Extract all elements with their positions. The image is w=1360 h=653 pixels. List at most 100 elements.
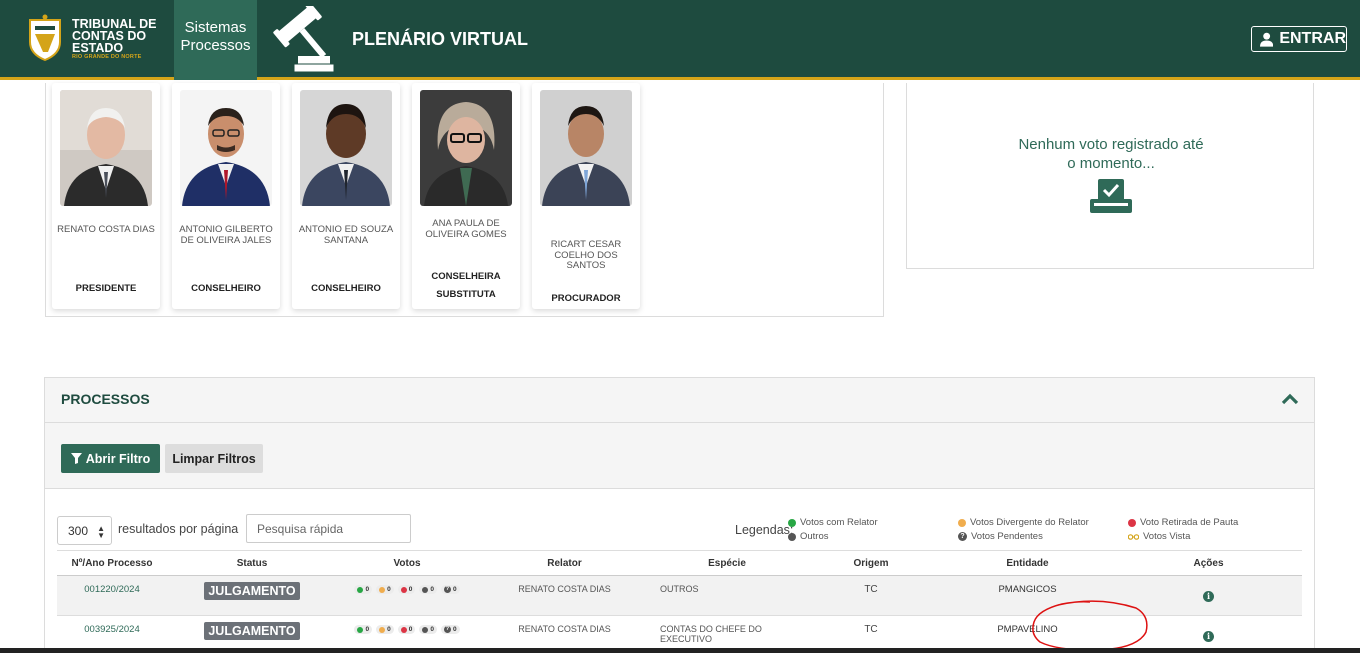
clear-filters-label: Limpar Filtros [172, 451, 256, 466]
login-button[interactable]: ENTRAR [1251, 26, 1347, 52]
vote-count: 0 [387, 586, 391, 593]
member-role: CONSELHEIRO [311, 283, 381, 294]
members-panel: RENATO COSTA DIAS PRESIDENTE ANTONIO GIL… [45, 83, 884, 317]
member-card: RENATO COSTA DIAS PRESIDENTE [52, 83, 160, 309]
gray-dot-icon [788, 532, 796, 541]
filter-icon [70, 453, 82, 464]
column-header-entidade[interactable]: Entidade [940, 550, 1115, 576]
member-photo [300, 90, 392, 206]
votes-cell: 0 0 0 0 ? 0 [337, 575, 477, 616]
vote-count-pendentes: ? 0 [440, 585, 460, 594]
annotation-circle [1032, 600, 1148, 651]
member-card: ANTONIO ED SOUZA SANTANA CONSELHEIRO [292, 83, 400, 309]
member-role: PROCURADOR [551, 293, 621, 304]
process-number-link[interactable]: 001220/2024 [84, 584, 139, 595]
legend-text: Votos Pendentes [971, 531, 1043, 542]
no-votes-line-1: Nenhum voto registrado até [1018, 136, 1204, 153]
orange-dot-icon [958, 518, 966, 527]
red-dot-icon [1128, 518, 1136, 527]
process-number-cell: 001220/2024 [57, 575, 167, 616]
quick-search-input[interactable] [246, 514, 411, 543]
member-photo [60, 90, 152, 206]
chevron-up-icon[interactable] [1281, 392, 1299, 406]
sistemas-processos-tab[interactable]: Sistemas Processos [174, 0, 257, 80]
glasses-icon [1128, 534, 1139, 540]
member-name: ANA PAULA DE OLIVEIRA GOMES [425, 218, 507, 240]
bottom-edge [0, 648, 1360, 653]
question-circle-icon: ? [958, 532, 967, 541]
vote-counters: 0 0 0 0 ? 0 [337, 625, 477, 634]
column-header-status[interactable]: Status [167, 550, 337, 576]
logo-line-3: ESTADO [72, 41, 124, 55]
legend-text: Outros [800, 531, 829, 542]
sistemas-label: Sistemas [184, 19, 247, 36]
member-name: ANTONIO ED SOUZA SANTANA [298, 224, 394, 246]
legend-votos-com-relator: Votos com Relator [788, 517, 878, 528]
vote-count: 0 [452, 626, 457, 633]
member-photo [180, 90, 272, 206]
member-card: ANA PAULA DE OLIVEIRA GOMES CONSELHEIRA … [412, 83, 520, 309]
column-header-votos[interactable]: Votos [337, 550, 477, 576]
vote-count-outros: 0 [419, 585, 437, 594]
logo-subtitle: RIO GRANDE DO NORTE [72, 54, 142, 60]
member-card: ANTONIO GILBERTO DE OLIVEIRA JALES CONSE… [172, 83, 280, 309]
status-cell: JULGAMENTO [167, 575, 337, 616]
info-icon[interactable]: i [1203, 591, 1214, 602]
vote-count-divergente: 0 [376, 625, 394, 634]
vote-count: 0 [365, 586, 370, 593]
no-votes-message: Nenhum voto registrado até o momento... [907, 135, 1315, 173]
select-arrows-icon: ▲ ▼ [97, 524, 105, 540]
vote-count: 0 [452, 586, 457, 593]
info-icon[interactable]: i [1203, 631, 1214, 642]
votes-panel: Nenhum voto registrado até o momento... [906, 83, 1314, 269]
tce-logo[interactable]: TRIBUNAL DE CONTAS DO ESTADO RIO GRANDE … [24, 14, 164, 66]
column-header-numero[interactable]: Nº/Ano Processo [57, 550, 167, 576]
vote-count: 0 [408, 626, 413, 633]
top-navbar: TRIBUNAL DE CONTAS DO ESTADO RIO GRANDE … [0, 0, 1360, 80]
app-title: PLENÁRIO VIRTUAL [352, 29, 529, 49]
origem-cell: TC [802, 575, 940, 616]
legend-outros: Outros [788, 531, 829, 542]
vote-count-retirada: 0 [397, 625, 416, 634]
no-votes-line-2: o momento... [1067, 155, 1155, 172]
legend-votos-vista: Votos Vista [1128, 531, 1190, 542]
legend-text: Votos com Relator [800, 517, 878, 528]
member-name: ANTONIO GILBERTO DE OLIVEIRA JALES [179, 224, 273, 246]
especie-cell: OUTROS [652, 575, 802, 616]
legend-label: Legendas: [735, 523, 794, 537]
open-filter-label: Abrir Filtro [85, 451, 151, 466]
member-name: RENATO COSTA DIAS [57, 224, 155, 235]
member-name: RICART CESAR COELHO DOS SANTOS [550, 239, 622, 271]
logo-text: TRIBUNAL DE CONTAS DO ESTADO [72, 18, 157, 55]
vote-count: 0 [430, 626, 434, 633]
vote-count-outros: 0 [419, 625, 437, 634]
legend-voto-retirada: Voto Retirada de Pauta [1128, 517, 1238, 528]
column-header-especie[interactable]: Espécie [652, 550, 802, 576]
column-header-acoes: Ações [1115, 550, 1302, 576]
per-page-label: resultados por página [118, 522, 239, 536]
vote-count: 0 [387, 626, 391, 633]
member-photo [420, 90, 512, 206]
member-role: CONSELHEIRA SUBSTITUTA [431, 271, 501, 300]
legend-text: Votos Vista [1143, 531, 1191, 542]
clear-filters-button[interactable]: Limpar Filtros [165, 444, 263, 473]
status-badge: JULGAMENTO [204, 622, 300, 640]
open-filter-button[interactable]: Abrir Filtro [61, 444, 160, 473]
vote-count-com-relator: 0 [354, 585, 373, 594]
tce-emblem-icon [29, 14, 61, 62]
legend-text: Voto Retirada de Pauta [1140, 517, 1239, 528]
member-role: PRESIDENTE [75, 283, 137, 294]
processos-header[interactable]: PROCESSOS [45, 378, 1314, 423]
vote-count-com-relator: 0 [354, 625, 373, 634]
member-photo [540, 90, 632, 206]
process-number-link[interactable]: 003925/2024 [84, 624, 139, 635]
filter-bar: Abrir Filtro Limpar Filtros [45, 423, 1314, 489]
table-header-row: Nº/Ano Processo Status Votos Relator Esp… [57, 550, 1302, 576]
per-page-select[interactable]: 300 ▲ ▼ [57, 516, 112, 545]
relator-cell: RENATO COSTA DIAS [477, 575, 652, 616]
ballot-box-check-icon [1090, 179, 1132, 213]
column-header-origem[interactable]: Origem [802, 550, 940, 576]
member-card: RICART CESAR COELHO DOS SANTOS PROCURADO… [532, 83, 640, 309]
legend-votos-divergente: Votos Divergente do Relator [958, 517, 1089, 528]
column-header-relator[interactable]: Relator [477, 550, 652, 576]
